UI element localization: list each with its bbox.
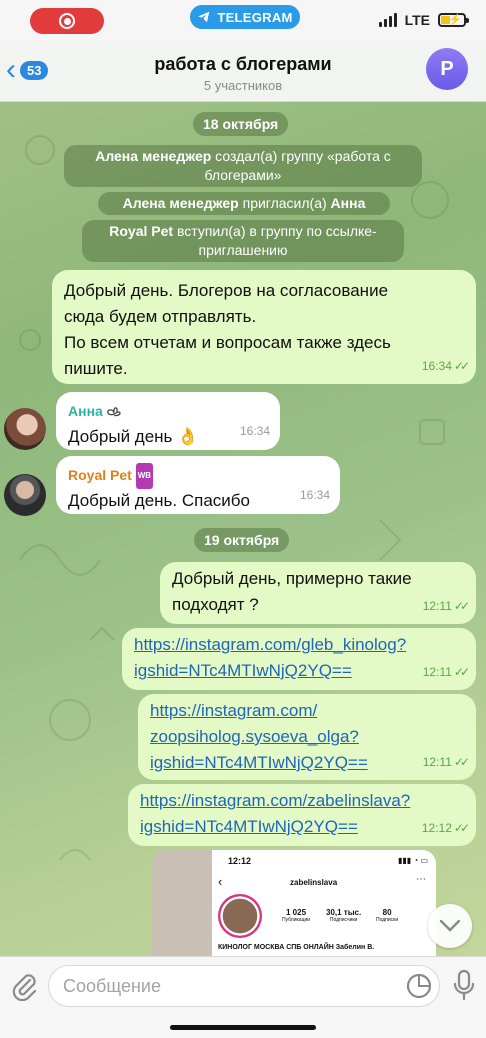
chat-title-area[interactable]: работа с блогерами 5 участников [0,54,486,93]
message-text: Добрый день. Спасибо [68,491,250,511]
chevron-left-icon: ‹ [218,874,223,889]
image-message[interactable]: 12:12 ▮▮▮ ◔ ▭ ‹ zabelinslava ⋯ 1 025 Пуб… [152,850,436,970]
preview-username: zabelinslava [290,878,338,887]
network-type: LTE [404,12,430,28]
scroll-down-button[interactable] [428,904,472,948]
paperclip-icon[interactable] [10,971,38,1001]
home-indicator [170,1025,316,1030]
microphone-icon[interactable] [452,969,476,1001]
message-outgoing[interactable]: Добрый день, примерно такие подходят ? 1… [160,562,476,624]
message-line: подходят ? [172,595,259,614]
message-text: Добрый день 👌 [68,427,199,446]
message-incoming[interactable]: Анна 𐚁 Добрый день 👌 16:34 [56,392,280,450]
message-link[interactable]: https://instagram.com/zabelinslava? [140,788,464,814]
signal-icon [378,13,397,27]
service-message: Royal Pet вступил(а) в группу по ссылке-… [82,220,404,262]
preview-status-icons: ▮▮▮ ◔ ▭ [397,856,428,865]
preview-time: 12:12 [228,856,252,866]
stat-followers: 30,1 тыс. Подписчики [326,908,362,923]
message-link[interactable]: igshid=NTc4MTIwNjQ2YQ== [134,658,352,684]
profile-photo [218,894,262,938]
service-target: Анна [330,195,366,211]
message-input[interactable]: Сообщение [48,965,440,1007]
service-actor: Алена менеджер [122,195,239,211]
status-bar: TELEGRAM LTE ⚡ [0,0,486,40]
telegram-pill[interactable]: TELEGRAM [190,5,300,29]
more-icon: ⋯ [416,874,426,885]
message-time: 12:11 ✓✓ [423,593,470,619]
message-link[interactable]: igshid=NTc4MTIwNjQ2YQ== [150,750,368,776]
sticker-icon[interactable] [406,973,432,999]
sender-name[interactable]: Анна 𐚁 [68,398,268,425]
message-outgoing[interactable]: https://instagram.com/gleb_kinolog? igsh… [122,628,476,690]
message-line: Добрый день. Блогеров на согласование [64,281,389,300]
read-checks-icon: ✓✓ [453,821,470,835]
record-icon [59,13,75,29]
service-text: пригласил(а) [238,195,331,211]
message-line: сюда будем отправлять. [64,307,257,326]
message-time: 12:11 ✓✓ [423,659,470,685]
message-input-bar: Сообщение [0,956,486,1038]
message-link[interactable]: https://instagram.com/gleb_kinolog? [134,632,464,658]
read-checks-icon: ✓✓ [453,755,470,769]
service-actor: Алена менеджер [95,148,212,164]
message-line: Добрый день, примерно такие [172,569,412,588]
chat-screen: TELEGRAM LTE ⚡ ‹ 53 работа с блогерами 5… [0,0,486,1038]
date-separator: 19 октября [194,528,290,552]
service-text: создал(а) группу «работа с блогерами» [204,148,391,183]
screen-recording-indicator[interactable] [30,8,104,34]
read-checks-icon: ✓✓ [453,665,470,679]
message-outgoing[interactable]: https://instagram.com/zabelinslava? igsh… [128,784,476,846]
avatar-royal-pet[interactable] [4,474,46,516]
butterfly-icon: 𐚁 [106,405,121,419]
battery-icon: ⚡ [438,13,469,27]
chat-header: ‹ 53 работа с блогерами 5 участников P [0,40,486,102]
message-line: пишите. [64,359,128,378]
avatar-anna[interactable] [4,408,46,450]
service-message: Алена менеджер пригласил(а) Анна [98,192,390,215]
service-message: Алена менеджер создал(а) группу «работа … [64,145,422,187]
message-link[interactable]: zoopsiholog.sysoeva_olga? [150,724,359,750]
instagram-profile-preview: 12:12 ▮▮▮ ◔ ▭ ‹ zabelinslava ⋯ 1 025 Пуб… [212,850,436,970]
stat-following: 80 Подписки [376,908,399,923]
telegram-pill-label: TELEGRAM [217,9,293,25]
chevron-down-icon [439,919,461,932]
message-outgoing[interactable]: Добрый день. Блогеров на согласование сю… [52,270,476,384]
message-time: 16:34 [239,424,270,438]
message-incoming[interactable]: Royal Pet WB Добрый день. Спасибо 16:34 [56,456,340,514]
status-right: LTE ⚡ [378,12,469,28]
message-outgoing[interactable]: https://instagram.com/ zoopsiholog.sysoe… [138,694,476,780]
preview-bio: КИНОЛОГ МОСКВА СПБ ОНЛАЙН Забелин В. [218,944,375,951]
message-link[interactable]: https://instagram.com/ [150,698,317,724]
message-time: 12:11 ✓✓ [423,749,470,775]
read-checks-icon: ✓✓ [453,599,470,613]
message-time: 12:12 ✓✓ [422,815,470,841]
group-avatar[interactable]: P [426,48,468,90]
telegram-icon [198,11,210,23]
date-separator: 18 октября [193,112,289,136]
service-text: вступил(а) в группу по ссылке-приглашени… [173,223,377,258]
message-time: 16:34 ✓✓ [422,353,470,379]
wb-badge: WB [135,463,154,490]
sender-name[interactable]: Royal Pet WB [68,462,328,490]
service-actor: Royal Pet [109,223,174,239]
message-line: По всем отчетам и вопросам также здесь [64,333,391,352]
read-checks-icon: ✓✓ [453,359,470,373]
stat-posts: 1 025 Публикации [282,908,311,923]
message-time: 16:34 [299,488,330,502]
message-link[interactable]: igshid=NTc4MTIwNjQ2YQ== [140,814,358,840]
chat-subtitle: 5 участников [203,78,283,93]
chat-title: работа с блогерами [154,54,332,74]
